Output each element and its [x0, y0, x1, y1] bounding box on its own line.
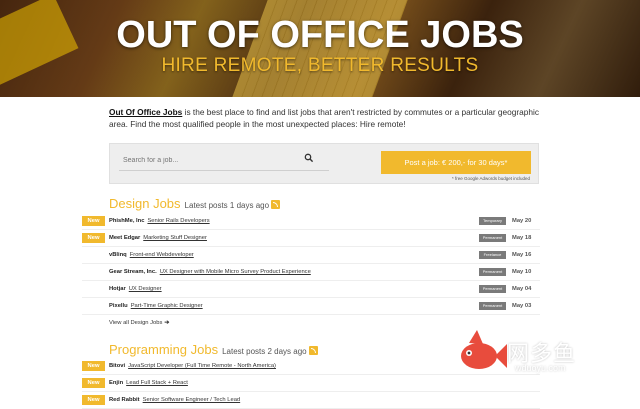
job-row[interactable]: New Meet Edgar Marketing Stuff Designer Per… [82, 230, 540, 247]
search-input[interactable] [119, 151, 329, 171]
hero-banner: OUT OF OFFICE JOBS HIRE REMOTE, BETTER R… [0, 0, 640, 97]
job-row[interactable]: Gear Stream, Inc. UX Designer with Mobile… [82, 264, 540, 281]
new-badge: New [82, 233, 105, 243]
arrow-right-icon: ➔ [164, 320, 170, 326]
post-date: May 18 [512, 235, 532, 241]
job-title-link[interactable]: Senior Software Engineer / Tech Lead [143, 397, 241, 403]
company-label: vBlinq [109, 252, 127, 258]
design-latest-posts: Latest posts 1 days ago [184, 201, 270, 210]
post-date: May 03 [512, 303, 532, 309]
job-type-badge: Permanent [479, 285, 506, 293]
site-title: OUT OF OFFICE JOBS [116, 14, 524, 56]
new-badge: New [82, 378, 105, 388]
intro-paragraph: Out Of Office Jobs is the best place to … [109, 106, 539, 130]
watermark-url: wduoyu.com [515, 363, 566, 373]
job-row[interactable]: Pixellu Part-Time Graphic Designer Permane… [82, 298, 540, 315]
company-label: Bitovi [109, 363, 126, 369]
programming-jobs-title[interactable]: Programming Jobs [109, 342, 218, 357]
new-badge: New [82, 216, 105, 226]
design-jobs-title[interactable]: Design Jobs [109, 196, 181, 211]
company-label: Meet Edgar [109, 235, 141, 241]
post-job-button[interactable]: Post a job: € 200,- for 30 days* [381, 151, 531, 174]
company-name: Gear Stream, Inc. UX Designer with Mobile… [109, 264, 311, 280]
new-badge: New [82, 361, 105, 371]
company-label: PhishMe, Inc [109, 218, 145, 224]
view-all-label: View all Design Jobs [109, 320, 163, 326]
search-panel: Post a job: € 200,- for 30 days* * free … [109, 143, 539, 184]
job-type-badge: Permanent [479, 302, 506, 310]
company-label: Gear Stream, Inc. [109, 269, 157, 275]
watermark: 网多鱼 wduoyu.com [455, 330, 615, 390]
new-badge: New [82, 395, 105, 405]
job-type-badge: Temporary [479, 217, 506, 225]
job-row[interactable]: vBlinq Front-end Webdeveloper Freelance May… [82, 247, 540, 264]
programming-latest-posts: Latest posts 2 days ago [222, 347, 307, 356]
job-row[interactable]: New Red Rabbit Senior Software Engineer / … [82, 392, 540, 409]
company-label: Enjin [109, 380, 124, 386]
job-type-badge: Permanent [479, 234, 506, 242]
programming-jobs-heading: Programming Jobs Latest posts 2 days ago [109, 342, 318, 357]
job-title-link[interactable]: Senior Rails Developers [147, 218, 209, 224]
job-title-link[interactable]: Part-Time Graphic Designer [131, 303, 203, 309]
job-title-link[interactable]: UX Designer with Mobile Micro Survey Pro… [160, 269, 311, 275]
job-title-link[interactable]: JavaScript Developer (Full Time Remote -… [128, 363, 276, 369]
company-label: Hotjar [109, 286, 126, 292]
rss-icon[interactable] [271, 200, 281, 209]
job-row[interactable]: New PhishMe, Inc Senior Rails Developers Te… [82, 213, 540, 230]
job-title-link[interactable]: Marketing Stuff Designer [143, 235, 207, 241]
fish-logo-icon [461, 330, 507, 369]
search-icon[interactable] [304, 153, 314, 163]
company-label: Red Rabbit [109, 397, 140, 403]
brand-link[interactable]: Out Of Office Jobs [109, 107, 182, 117]
post-date: May 10 [512, 269, 532, 275]
job-title-link[interactable]: UX Designer [129, 286, 162, 292]
design-jobs-list: New PhishMe, Inc Senior Rails Developers Te… [82, 213, 540, 315]
view-all-design-jobs-link[interactable]: View all Design Jobs ➔ [109, 320, 169, 326]
design-jobs-heading: Design Jobs Latest posts 1 days ago [109, 196, 281, 211]
company-label: Pixellu [109, 303, 128, 309]
company-name: Red Rabbit Senior Software Engineer / Tec… [109, 392, 240, 408]
job-type-badge: Permanent [479, 268, 506, 276]
company-name: Enjin Lead Full Stack + React [109, 375, 188, 391]
job-row[interactable]: Hotjar UX Designer Permanent May 04 [82, 281, 540, 298]
company-name: PhishMe, Inc Senior Rails Developers [109, 213, 210, 229]
budget-note: * free Google Adwords budget included [451, 176, 530, 181]
job-type-badge: Freelance [479, 251, 506, 259]
company-name: Hotjar UX Designer [109, 281, 162, 297]
rss-icon[interactable] [308, 346, 318, 355]
post-date: May 20 [512, 218, 532, 224]
post-date: May 04 [512, 286, 532, 292]
company-name: Bitovi JavaScript Developer (Full Time Re… [109, 358, 276, 374]
job-title-link[interactable]: Front-end Webdeveloper [130, 252, 194, 258]
company-name: vBlinq Front-end Webdeveloper [109, 247, 194, 263]
site-subtitle: HIRE REMOTE, BETTER RESULTS [161, 55, 479, 76]
post-date: May 16 [512, 252, 532, 258]
company-name: Pixellu Part-Time Graphic Designer [109, 298, 203, 314]
job-title-link[interactable]: Lead Full Stack + React [126, 380, 188, 386]
company-name: Meet Edgar Marketing Stuff Designer [109, 230, 207, 246]
